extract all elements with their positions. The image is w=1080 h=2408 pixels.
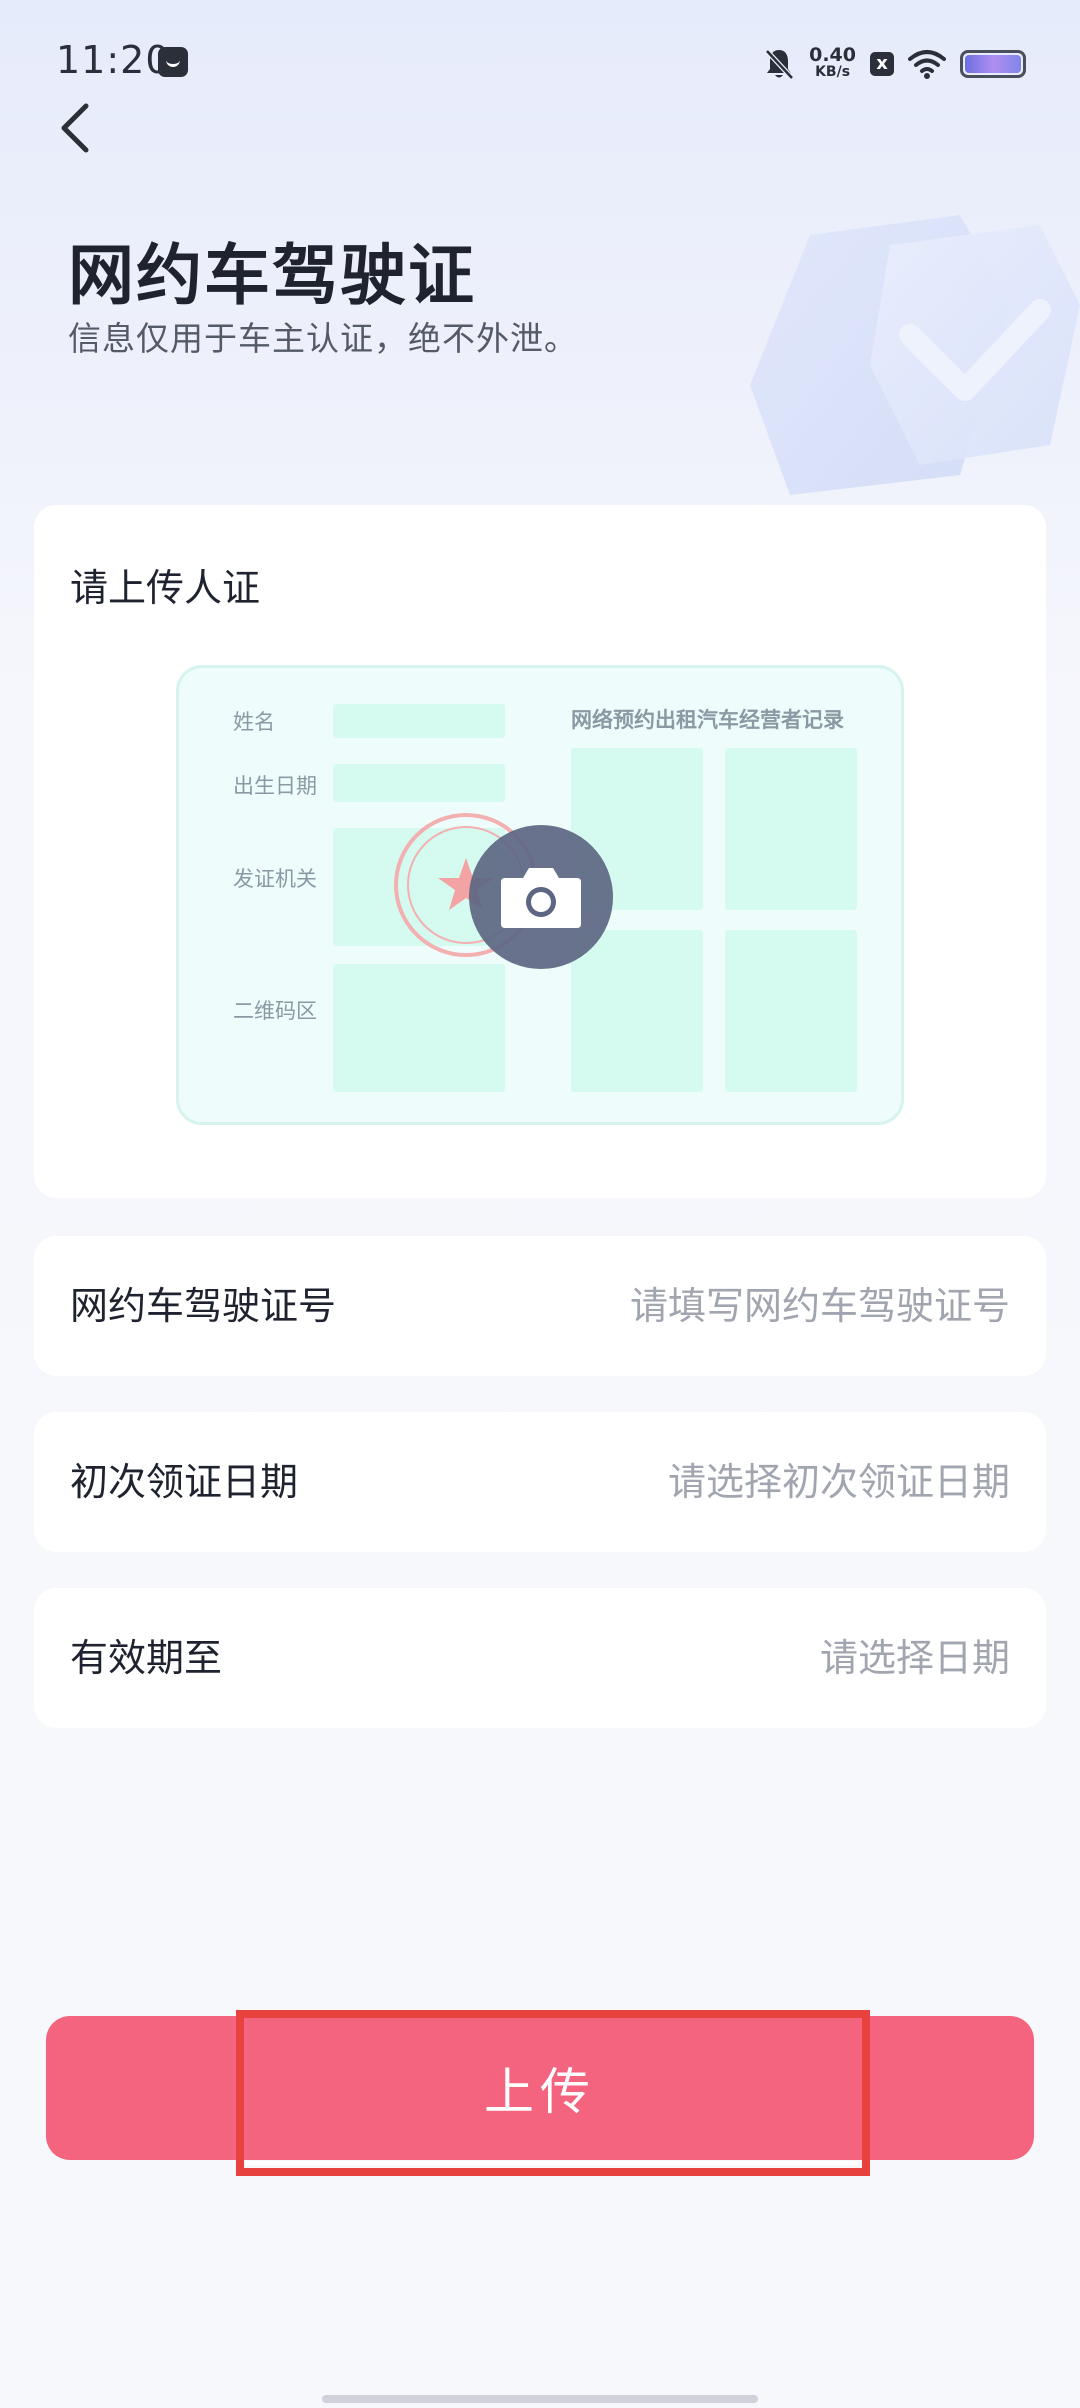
camera-icon — [501, 868, 581, 928]
sample-record-box — [571, 930, 703, 1092]
sample-qr-box — [333, 964, 505, 1092]
network-speed: 0.40 KB/s — [809, 44, 856, 81]
license-number-label: 网约车驾驶证号 — [70, 1284, 337, 1328]
mute-bell-icon — [765, 49, 794, 80]
sample-label-birth-date: 出生日期 — [233, 774, 317, 798]
page-subtitle: 信息仅用于车主认证，绝不外泄。 — [68, 319, 578, 358]
sample-label-name: 姓名 — [233, 710, 275, 734]
highlight-underline — [246, 2161, 858, 2165]
network-speed-unit: KB/s — [815, 64, 851, 80]
sample-record-box — [725, 748, 857, 910]
sample-label-qr-area: 二维码区 — [233, 999, 317, 1023]
license-number-input[interactable]: 请填写网约车驾驶证号 — [630, 1236, 1010, 1376]
first-issue-date-label: 初次领证日期 — [70, 1460, 299, 1504]
license-upload-area[interactable]: 姓名 出生日期 发证机关 二维码区 网络预约出租汽车经营者记录 — [176, 665, 904, 1125]
sample-record-title: 网络预约出租汽车经营者记录 — [571, 708, 844, 732]
driver-license-upload-page: 11:20 0.40 KB/s x 网约车驾驶证 信息仅用于车主认证，绝不外泄。… — [0, 0, 1080, 2408]
valid-until-label: 有效期至 — [70, 1636, 223, 1680]
page-title: 网约车驾驶证 — [68, 237, 476, 314]
sample-label-issuing-authority: 发证机关 — [233, 867, 317, 891]
camera-upload-button[interactable] — [469, 825, 613, 969]
sample-name-box — [333, 704, 505, 738]
sim-off-icon: x — [870, 52, 894, 76]
battery-level — [965, 55, 1021, 73]
status-icons: 0.40 KB/s x — [763, 42, 1026, 86]
first-issue-date-row[interactable]: 初次领证日期 请选择初次领证日期 — [34, 1412, 1046, 1552]
sample-record-box — [725, 930, 857, 1092]
valid-until-picker[interactable]: 请选择日期 — [820, 1588, 1010, 1728]
sample-birth-date-box — [333, 764, 505, 802]
wifi-icon — [908, 50, 946, 79]
status-bar: 11:20 0.40 KB/s x — [0, 0, 1080, 120]
first-issue-date-picker[interactable]: 请选择初次领证日期 — [668, 1412, 1010, 1552]
upload-button[interactable]: 上传 — [46, 2016, 1034, 2160]
battery-icon — [960, 50, 1026, 78]
status-time: 11:20 — [56, 38, 171, 82]
license-number-row[interactable]: 网约车驾驶证号 请填写网约车驾驶证号 — [34, 1236, 1046, 1376]
valid-until-row[interactable]: 有效期至 请选择日期 — [34, 1588, 1046, 1728]
network-speed-value: 0.40 — [809, 44, 856, 66]
back-button[interactable] — [48, 98, 108, 158]
message-icon — [158, 47, 188, 77]
upload-card-title: 请上传人证 — [70, 566, 261, 610]
shield-check-decoration-icon — [750, 215, 1080, 495]
upload-card: 请上传人证 姓名 出生日期 发证机关 二维码区 网络预约出租汽车经营者记录 — [34, 505, 1046, 1198]
home-indicator[interactable] — [322, 2395, 758, 2403]
